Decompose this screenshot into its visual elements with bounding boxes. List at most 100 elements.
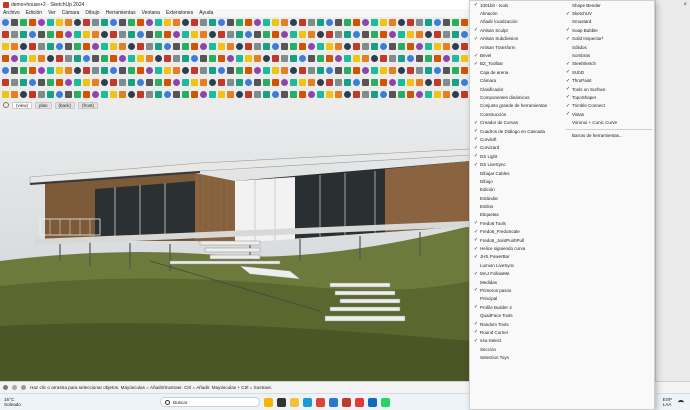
tool-button-icon[interactable] (272, 91, 279, 98)
tool-button-icon[interactable] (452, 43, 459, 50)
tool-button-icon[interactable] (461, 79, 468, 86)
tool-button-icon[interactable] (335, 79, 342, 86)
tool-button-icon[interactable] (380, 91, 387, 98)
menu-item[interactable]: ✓ Profile Builder 4 (472, 303, 564, 311)
menu-item[interactable]: ✓ Trimble Connect (564, 102, 656, 110)
menu-item[interactable]: Edición (472, 186, 564, 194)
menu-1[interactable]: Edición (26, 10, 42, 16)
tool-button-icon[interactable] (191, 91, 198, 98)
tool-button-icon[interactable] (92, 91, 99, 98)
menu-0[interactable]: Archivo (3, 10, 20, 16)
tool-button-icon[interactable] (101, 79, 108, 86)
tool-button-icon[interactable] (56, 31, 63, 38)
tool-button-icon[interactable] (92, 55, 99, 62)
tool-button-icon[interactable] (128, 79, 135, 86)
tool-button-icon[interactable] (371, 55, 378, 62)
tool-button-icon[interactable] (389, 91, 396, 98)
tool-button-icon[interactable] (335, 43, 342, 50)
tool-button-icon[interactable] (407, 55, 414, 62)
tool-button-icon[interactable] (56, 67, 63, 74)
menu-item[interactable]: Sombras (564, 51, 656, 59)
tool-button-icon[interactable] (29, 31, 36, 38)
tool-button-icon[interactable] (389, 55, 396, 62)
tool-button-icon[interactable] (443, 55, 450, 62)
tool-button-icon[interactable] (353, 91, 360, 98)
menu-5[interactable]: Herramientas (106, 10, 136, 16)
tool-button-icon[interactable] (209, 19, 216, 26)
tool-button-icon[interactable] (218, 19, 225, 26)
tool-button-icon[interactable] (380, 55, 387, 62)
tool-button-icon[interactable] (326, 79, 333, 86)
tool-button-icon[interactable] (2, 19, 9, 26)
tool-button-icon[interactable] (182, 79, 189, 86)
menu-item[interactable]: Artisan Transform (472, 43, 564, 51)
tool-button-icon[interactable] (74, 19, 81, 26)
menu-item[interactable]: Caja de arena (472, 68, 564, 76)
widgets-app-icon[interactable] (264, 397, 273, 407)
tool-button-icon[interactable] (362, 67, 369, 74)
tool-button-icon[interactable] (290, 31, 297, 38)
tool-button-icon[interactable] (182, 31, 189, 38)
tool-button-icon[interactable] (110, 55, 117, 62)
tool-button-icon[interactable] (263, 67, 270, 74)
tool-button-icon[interactable] (119, 79, 126, 86)
menu-item[interactable]: ✓ JHS PowerBar (472, 253, 564, 261)
tool-button-icon[interactable] (317, 31, 324, 38)
tool-button-icon[interactable] (308, 43, 315, 50)
tool-button-icon[interactable] (218, 43, 225, 50)
tool-button-icon[interactable] (200, 43, 207, 50)
tool-button-icon[interactable] (110, 19, 117, 26)
menu-item[interactable]: Principal (472, 295, 564, 303)
tool-button-icon[interactable] (254, 19, 261, 26)
tool-button-icon[interactable] (371, 91, 378, 98)
menu-item[interactable]: Sólidos (564, 43, 656, 51)
task-view-icon[interactable] (277, 397, 286, 407)
tool-button-icon[interactable] (200, 67, 207, 74)
tool-button-icon[interactable] (146, 43, 153, 50)
edge-browser-icon[interactable] (303, 397, 312, 407)
tool-button-icon[interactable] (173, 55, 180, 62)
menu-item[interactable]: QuadFace Tools (472, 311, 564, 319)
tool-button-icon[interactable] (65, 19, 72, 26)
tool-button-icon[interactable] (434, 43, 441, 50)
tool-button-icon[interactable] (434, 55, 441, 62)
tool-button-icon[interactable] (452, 91, 459, 98)
tool-button-icon[interactable] (299, 79, 306, 86)
tool-button-icon[interactable] (416, 79, 423, 86)
menu-item[interactable]: ✓ SketchUV (564, 9, 656, 17)
tool-button-icon[interactable] (371, 19, 378, 26)
tool-button-icon[interactable] (110, 91, 117, 98)
menu-item[interactable]: Componentes dinámicos (472, 93, 564, 101)
tool-button-icon[interactable] (326, 55, 333, 62)
tool-button-icon[interactable] (65, 67, 72, 74)
tool-button-icon[interactable] (227, 31, 234, 38)
menu-item[interactable]: ✓ Fredo6_JointPushPull (472, 236, 564, 244)
pdf-app-icon[interactable] (355, 397, 364, 407)
tool-button-icon[interactable] (416, 55, 423, 62)
tool-button-icon[interactable] (200, 19, 207, 26)
tool-button-icon[interactable] (317, 79, 324, 86)
tool-button-icon[interactable] (461, 43, 468, 50)
tool-button-icon[interactable] (371, 31, 378, 38)
tool-button-icon[interactable] (317, 19, 324, 26)
scene-nav-icon[interactable] (3, 102, 9, 108)
tool-button-icon[interactable] (110, 31, 117, 38)
menu-item[interactable]: ✓ DS LiveSync (472, 160, 564, 168)
menu-item[interactable]: Lumion LiveSync (472, 261, 564, 269)
tool-button-icon[interactable] (371, 79, 378, 86)
tool-button-icon[interactable] (461, 55, 468, 62)
tool-button-icon[interactable] (344, 91, 351, 98)
tool-button-icon[interactable] (209, 31, 216, 38)
tool-button-icon[interactable] (110, 67, 117, 74)
tool-button-icon[interactable] (2, 55, 9, 62)
tool-button-icon[interactable] (83, 79, 90, 86)
tool-button-icon[interactable] (443, 91, 450, 98)
menu-item[interactable]: ✓ Helice siguiendo curva (472, 244, 564, 252)
tool-button-icon[interactable] (452, 55, 459, 62)
tool-button-icon[interactable] (218, 55, 225, 62)
menu-item[interactable]: ✓ Bevel (472, 51, 564, 59)
tool-button-icon[interactable] (425, 31, 432, 38)
tray-panel[interactable]: × (655, 0, 690, 393)
tool-button-icon[interactable] (434, 79, 441, 86)
tool-button-icon[interactable] (245, 43, 252, 50)
